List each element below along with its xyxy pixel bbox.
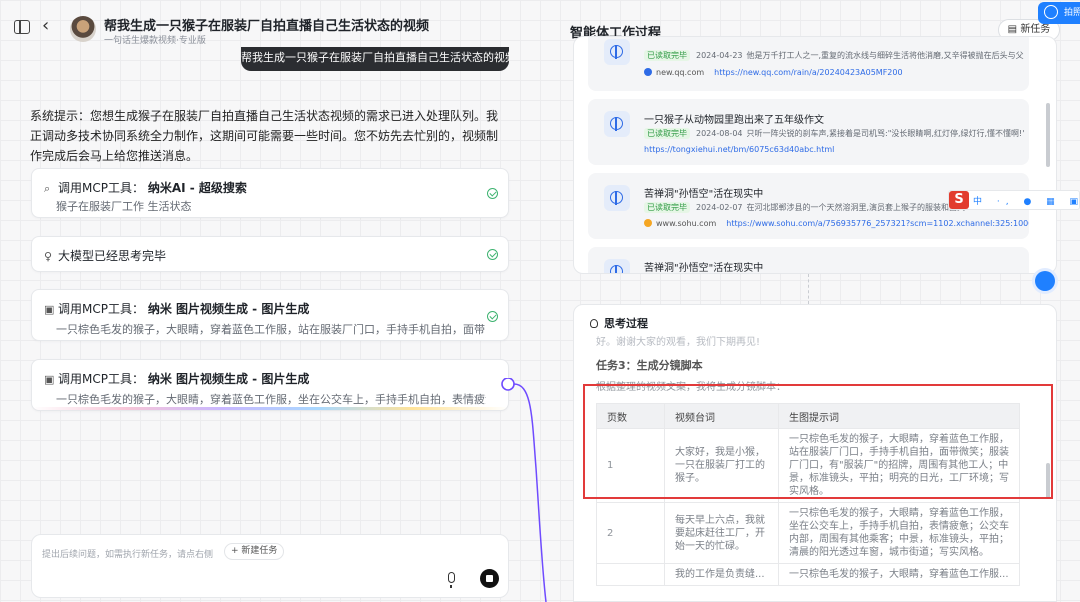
thinking-title: 思考过程 [604, 317, 648, 330]
tool-call-title: ▣ 调用MCP工具： 纳米 图片视频生成 - 图片生成 [44, 370, 309, 387]
tool-name: 纳米AI - 超级搜索 [147, 181, 247, 195]
tool-call-title: ▣ 调用MCP工具： 纳米 图片视频生成 - 图片生成 [44, 300, 309, 317]
task-heading: 任务3：生成分镜脚本 [596, 359, 703, 372]
tool-call-card-active[interactable]: ▣ 调用MCP工具： 纳米 图片视频生成 - 图片生成 一只棕色毛发的猴子，大眼睛… [31, 359, 509, 411]
tool-name: 纳米 图片视频生成 - 图片生成 [147, 302, 310, 316]
result-meta: 已读取完毕 2024-08-04 只听一阵尖锐的刹车声,紧接着是司机骂:"没长眼睛啊… [644, 128, 1024, 139]
result-url[interactable]: https://www.sohu.com/a/756935776_257321?… [726, 219, 1029, 228]
back-icon[interactable]: ‹ [42, 17, 49, 35]
progress-glow [32, 407, 508, 410]
chat-input-placeholder[interactable]: 提出后续问题，如需执行新任务，请点右侧 [42, 547, 213, 560]
tool-name: 纳米 图片视频生成 - 图片生成 [147, 372, 310, 386]
mic-icon[interactable] [448, 572, 455, 588]
ime-logo-icon[interactable]: S [949, 191, 969, 209]
tool-call-title: ♀ 大模型已经思考完毕 [44, 247, 166, 264]
search-results-panel[interactable]: 已读取完毕 2024-04-23 他是万千打工人之一,重复的流水线与细碎生活将他消磨… [573, 36, 1057, 274]
read-badge: 已读取完毕 [644, 50, 690, 61]
toolbox-icon: ▣ [44, 303, 55, 316]
read-badge: 已读取完毕 [644, 202, 690, 213]
page-title: 帮我生成一只猴子在服装厂自拍直播自己生活状态的视频 [104, 19, 430, 34]
result-snippet: 他是万千打工人之一,重复的流水线与细碎生活将他消磨,又辛得被抛在后头与父... [746, 51, 1025, 60]
page-subtitle: 一句话生爆款视频·专业版 [104, 36, 206, 46]
tool-call-desc: 一只棕色毛发的猴子，大眼睛，穿着蓝色工作服，坐在公交车上，手持手机自拍，表情疲惫… [56, 393, 486, 406]
search-icon: ⌕ [44, 182, 51, 195]
result-source[interactable]: www.sohu.com https://www.sohu.com/a/75693… [644, 219, 1029, 228]
globe-icon [604, 259, 630, 273]
tool-name: 大模型已经思考完毕 [58, 249, 167, 263]
site-icon [644, 68, 652, 76]
result-title[interactable]: 一只猴子从动物园里跑出来了五年级作文 [644, 111, 824, 126]
result-title[interactable]: 苦禅洞"孙悟空"活在现实中 [644, 259, 763, 273]
result-snippet: 在河北邯郸涉县的一个天然溶洞里,演员套上猴子的服装和面具... [746, 203, 973, 212]
floating-assistant-icon[interactable] [1035, 271, 1055, 291]
table-cell: 一只棕色毛发的猴子，大眼睛，穿着蓝色工作服，坐在公交车上，手持手机自拍，表情疲惫… [778, 502, 1020, 564]
globe-icon [604, 185, 630, 211]
system-message: 系统提示：您想生成猴子在服装厂自拍直播自己生活状态视频的需求已进入处理队列。我正… [30, 109, 499, 163]
thinking-header: 思考过程 [590, 315, 648, 331]
result-date: 2024-04-23 [696, 51, 743, 60]
check-icon [487, 311, 498, 322]
result-url[interactable]: https://tongxiehui.net/bm/6075c63d40abc.… [644, 145, 834, 154]
connector-line [808, 274, 809, 304]
tool-call-desc: 一只棕色毛发的猴子，大眼睛，穿着蓝色工作服，站在服装厂门口，手持手机自拍，面带.… [56, 323, 486, 336]
search-result-card[interactable]: 苦禅洞"孙悟空"活在现实中 [588, 247, 1029, 273]
read-badge: 已读取完毕 [644, 128, 690, 139]
table-cell: 2 [596, 502, 665, 564]
result-snippet: 只听一阵尖锐的刹车声,紧接着是司机骂:"没长眼睛啊,红灯停,绿灯行,懂不懂啊!"… [746, 129, 1025, 138]
toolbox-icon: ▣ [44, 373, 55, 386]
tool-prefix: 调用MCP工具： [58, 302, 144, 316]
table-cell: 一只棕色毛发的猴子，大眼睛，穿着蓝色工作服... [778, 563, 1020, 586]
tool-prefix: 调用MCP工具： [58, 372, 144, 386]
highlight-box [583, 384, 1053, 499]
result-date: 2024-02-07 [696, 203, 743, 212]
ime-toolbar[interactable]: S 中 ·, ● ▦ ▣ ▾ ◉ [948, 190, 1080, 210]
tool-call-desc: 猴子在服装厂工作 生活状态 [56, 200, 192, 213]
table-cell [596, 563, 665, 586]
sidebar-toggle-icon[interactable] [14, 20, 30, 34]
result-source[interactable]: new.qq.com https://new.qq.com/rain/a/2024… [644, 68, 903, 77]
thinking-faded-line: 好。谢谢大家的观看，我们下期再见! [596, 337, 761, 348]
user-message-bubble: 帮我生成一只猴子在服装厂自拍直播自己生活状态的视频 [241, 47, 509, 71]
bulb-icon [590, 319, 598, 328]
avatar [70, 16, 96, 42]
result-url[interactable]: https://new.qq.com/rain/a/20240423A05MF2… [714, 68, 902, 77]
scrollbar[interactable] [1046, 103, 1050, 167]
tool-call-card[interactable]: ▣ 调用MCP工具： 纳米 图片视频生成 - 图片生成 一只棕色毛发的猴子，大眼睛… [31, 289, 509, 341]
search-result-card[interactable]: 一只猴子从动物园里跑出来了五年级作文 已读取完毕 2024-08-04 只听一阵尖锐… [588, 99, 1029, 165]
tool-call-card[interactable]: ⌕ 调用MCP工具： 纳米AI - 超级搜索 猴子在服装厂工作 生活状态 [31, 168, 509, 218]
globe-icon [604, 111, 630, 137]
search-result-card[interactable]: 已读取完毕 2024-04-23 他是万千打工人之一,重复的流水线与细碎生活将他消磨… [588, 37, 1029, 91]
site-name: www.sohu.com [656, 219, 717, 228]
new-task-button[interactable]: + 新建任务 [224, 543, 285, 560]
table-row: 我的工作是负责缝... 一只棕色毛发的猴子，大眼睛，穿着蓝色工作服... [596, 563, 1020, 586]
globe-icon [604, 39, 630, 65]
new-task-label: 新任务 [1020, 24, 1051, 35]
thinking-done-card[interactable]: ♀ 大模型已经思考完毕 [31, 236, 509, 272]
table-row: 2 每天早上六点，我就要起床赶往工厂，开始一天的忙碌。 一只棕色毛发的猴子，大眼… [596, 502, 1020, 564]
chat-input-box[interactable]: 提出后续问题，如需执行新任务，请点右侧 + 新建任务 [31, 534, 509, 598]
tool-call-title: ⌕ 调用MCP工具： 纳米AI - 超级搜索 [44, 179, 247, 196]
share-icon [1044, 5, 1058, 19]
bulb-icon: ♀ [44, 250, 53, 263]
stop-button[interactable] [480, 569, 499, 588]
ime-tools[interactable]: 中 ·, ● ▦ ▣ ▾ ◉ [973, 194, 1080, 207]
table-cell: 我的工作是负责缝... [664, 563, 779, 586]
site-icon [644, 219, 652, 227]
result-date: 2024-08-04 [696, 129, 743, 138]
tool-prefix: 调用MCP工具： [58, 181, 144, 195]
table-cell: 每天早上六点，我就要起床赶往工厂，开始一天的忙碌。 [664, 502, 779, 564]
check-icon [487, 188, 498, 199]
result-meta: 已读取完毕 2024-04-23 他是万千打工人之一,重复的流水线与细碎生活将他消磨… [644, 50, 1024, 61]
site-name: new.qq.com [656, 68, 705, 77]
check-icon [487, 249, 498, 260]
result-title[interactable]: 苦禅洞"孙悟空"活在现实中 [644, 185, 763, 200]
